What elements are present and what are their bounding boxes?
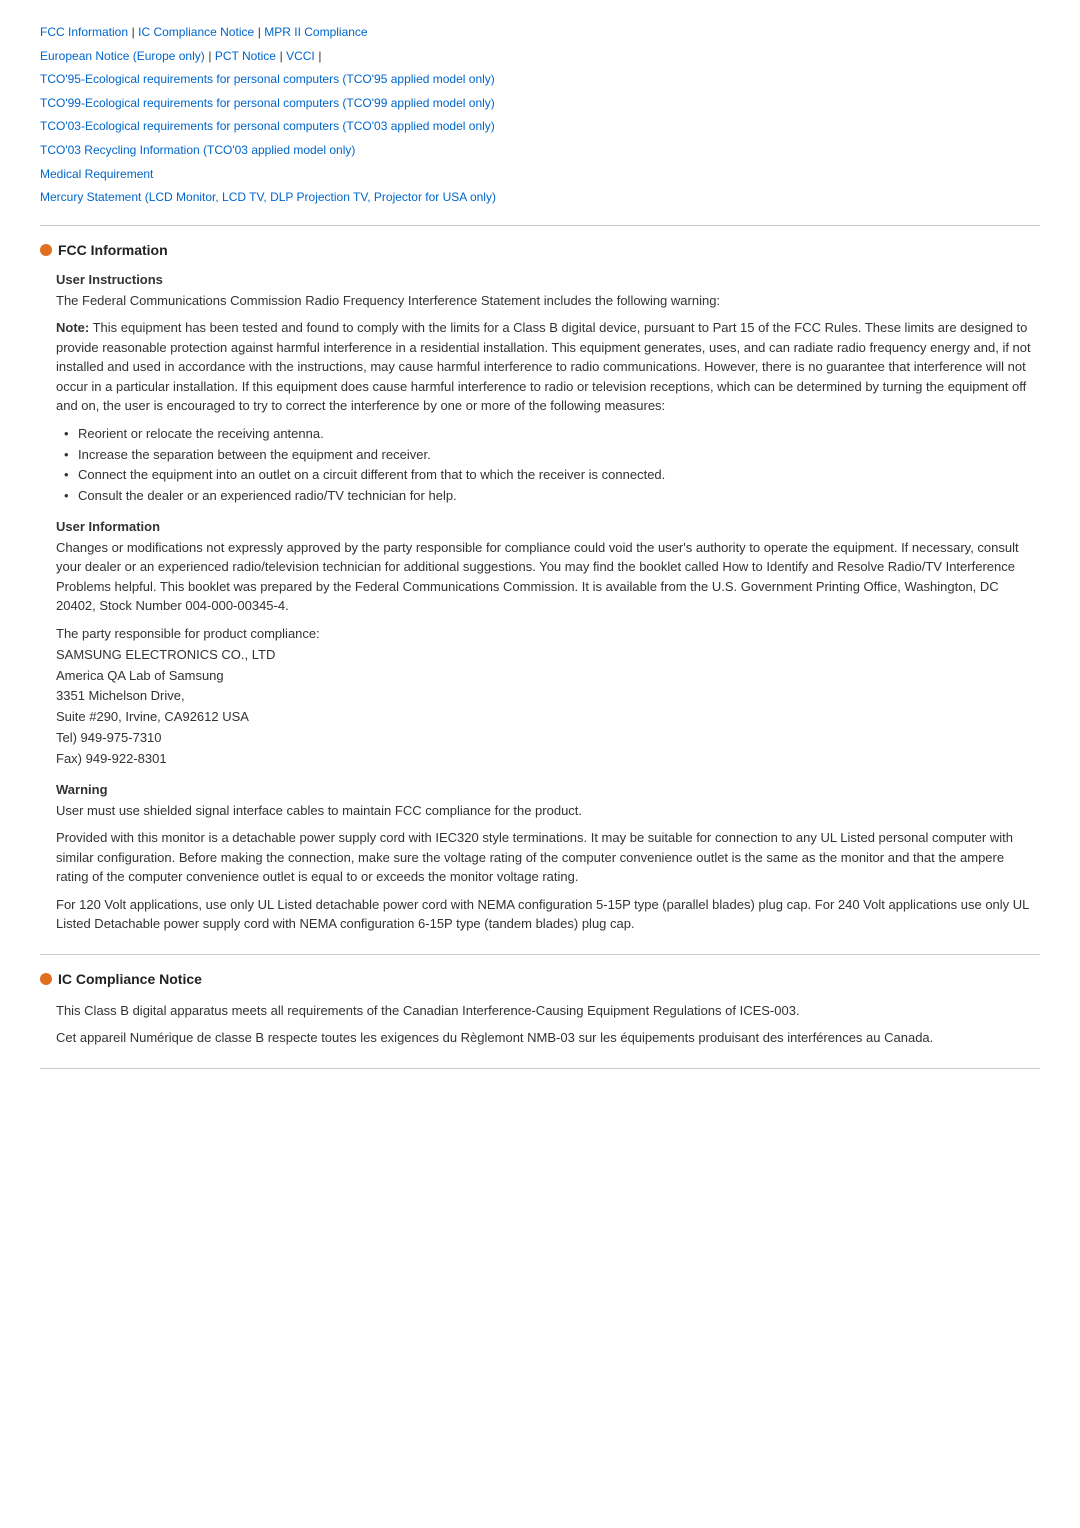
address-line-1: America QA Lab of Samsung: [56, 668, 224, 683]
warning-para2: Provided with this monitor is a detachab…: [56, 828, 1040, 887]
nav-tco03-link[interactable]: TCO'03-Ecological requirements for perso…: [40, 119, 495, 133]
ic-dot-icon: [40, 973, 52, 985]
ic-para2: Cet appareil Numérique de classe B respe…: [56, 1028, 1040, 1048]
warning-para1: User must use shielded signal interface …: [56, 801, 1040, 821]
top-divider: [40, 225, 1040, 226]
user-instructions-heading: User Instructions: [56, 272, 1040, 287]
nav-mpr-link[interactable]: MPR II Compliance: [264, 25, 367, 39]
nav-fcc-link[interactable]: FCC Information: [40, 25, 128, 39]
mid-divider: [40, 954, 1040, 955]
nav-tco95-link[interactable]: TCO'95-Ecological requirements for perso…: [40, 72, 495, 86]
user-information-heading: User Information: [56, 519, 1040, 534]
nav-tco03r-link[interactable]: TCO'03 Recycling Information (TCO'03 app…: [40, 143, 355, 157]
address-line-5: Fax) 949-922-8301: [56, 751, 167, 766]
warning-heading: Warning: [56, 782, 1040, 797]
address-line-3: Suite #290, Irvine, CA92612 USA: [56, 709, 249, 724]
address-line-2: 3351 Michelson Drive,: [56, 688, 185, 703]
nav-tco99-link[interactable]: TCO'99-Ecological requirements for perso…: [40, 96, 495, 110]
fcc-section-title: FCC Information: [58, 242, 168, 258]
fcc-section-header: FCC Information: [40, 242, 1040, 258]
fcc-section: FCC Information User Instructions The Fe…: [40, 242, 1040, 934]
user-instructions-intro: The Federal Communications Commission Ra…: [56, 291, 1040, 311]
nav-med-link[interactable]: Medical Requirement: [40, 167, 153, 181]
bullet-item: Reorient or relocate the receiving anten…: [64, 424, 1040, 445]
ic-section: IC Compliance Notice This Class B digita…: [40, 971, 1040, 1048]
user-info-para1: Changes or modifications not expressly a…: [56, 538, 1040, 616]
ic-content: This Class B digital apparatus meets all…: [56, 1001, 1040, 1048]
ic-para1: This Class B digital apparatus meets all…: [56, 1001, 1040, 1021]
warning-para3: For 120 Volt applications, use only UL L…: [56, 895, 1040, 934]
user-instructions-subsection: User Instructions The Federal Communicat…: [56, 272, 1040, 507]
nav-ic-link[interactable]: IC Compliance Notice: [138, 25, 254, 39]
bullet-item: Consult the dealer or an experienced rad…: [64, 486, 1040, 507]
bottom-divider: [40, 1068, 1040, 1069]
warning-subsection: Warning User must use shielded signal in…: [56, 782, 1040, 934]
address-intro: The party responsible for product compli…: [56, 626, 320, 641]
bullet-item: Connect the equipment into an outlet on …: [64, 465, 1040, 486]
ic-section-title: IC Compliance Notice: [58, 971, 202, 987]
address-line-0: SAMSUNG ELECTRONICS CO., LTD: [56, 647, 275, 662]
ic-section-header: IC Compliance Notice: [40, 971, 1040, 987]
nav-eu-link[interactable]: European Notice (Europe only): [40, 49, 205, 63]
nav-links: FCC Information | IC Compliance Notice |…: [40, 20, 1040, 209]
address-line-4: Tel) 949-975-7310: [56, 730, 162, 745]
user-information-subsection: User Information Changes or modification…: [56, 519, 1040, 770]
nav-pct-link[interactable]: PCT Notice: [215, 49, 276, 63]
user-instructions-note: Note: This equipment has been tested and…: [56, 318, 1040, 416]
bullet-item: Increase the separation between the equi…: [64, 445, 1040, 466]
note-bold-label: Note:: [56, 320, 89, 335]
nav-mercury-link[interactable]: Mercury Statement (LCD Monitor, LCD TV, …: [40, 190, 496, 204]
address-block: The party responsible for product compli…: [56, 624, 1040, 770]
note-text: This equipment has been tested and found…: [56, 320, 1031, 413]
nav-vcci-link[interactable]: VCCI: [286, 49, 315, 63]
fcc-bullets: Reorient or relocate the receiving anten…: [64, 424, 1040, 507]
fcc-dot-icon: [40, 244, 52, 256]
